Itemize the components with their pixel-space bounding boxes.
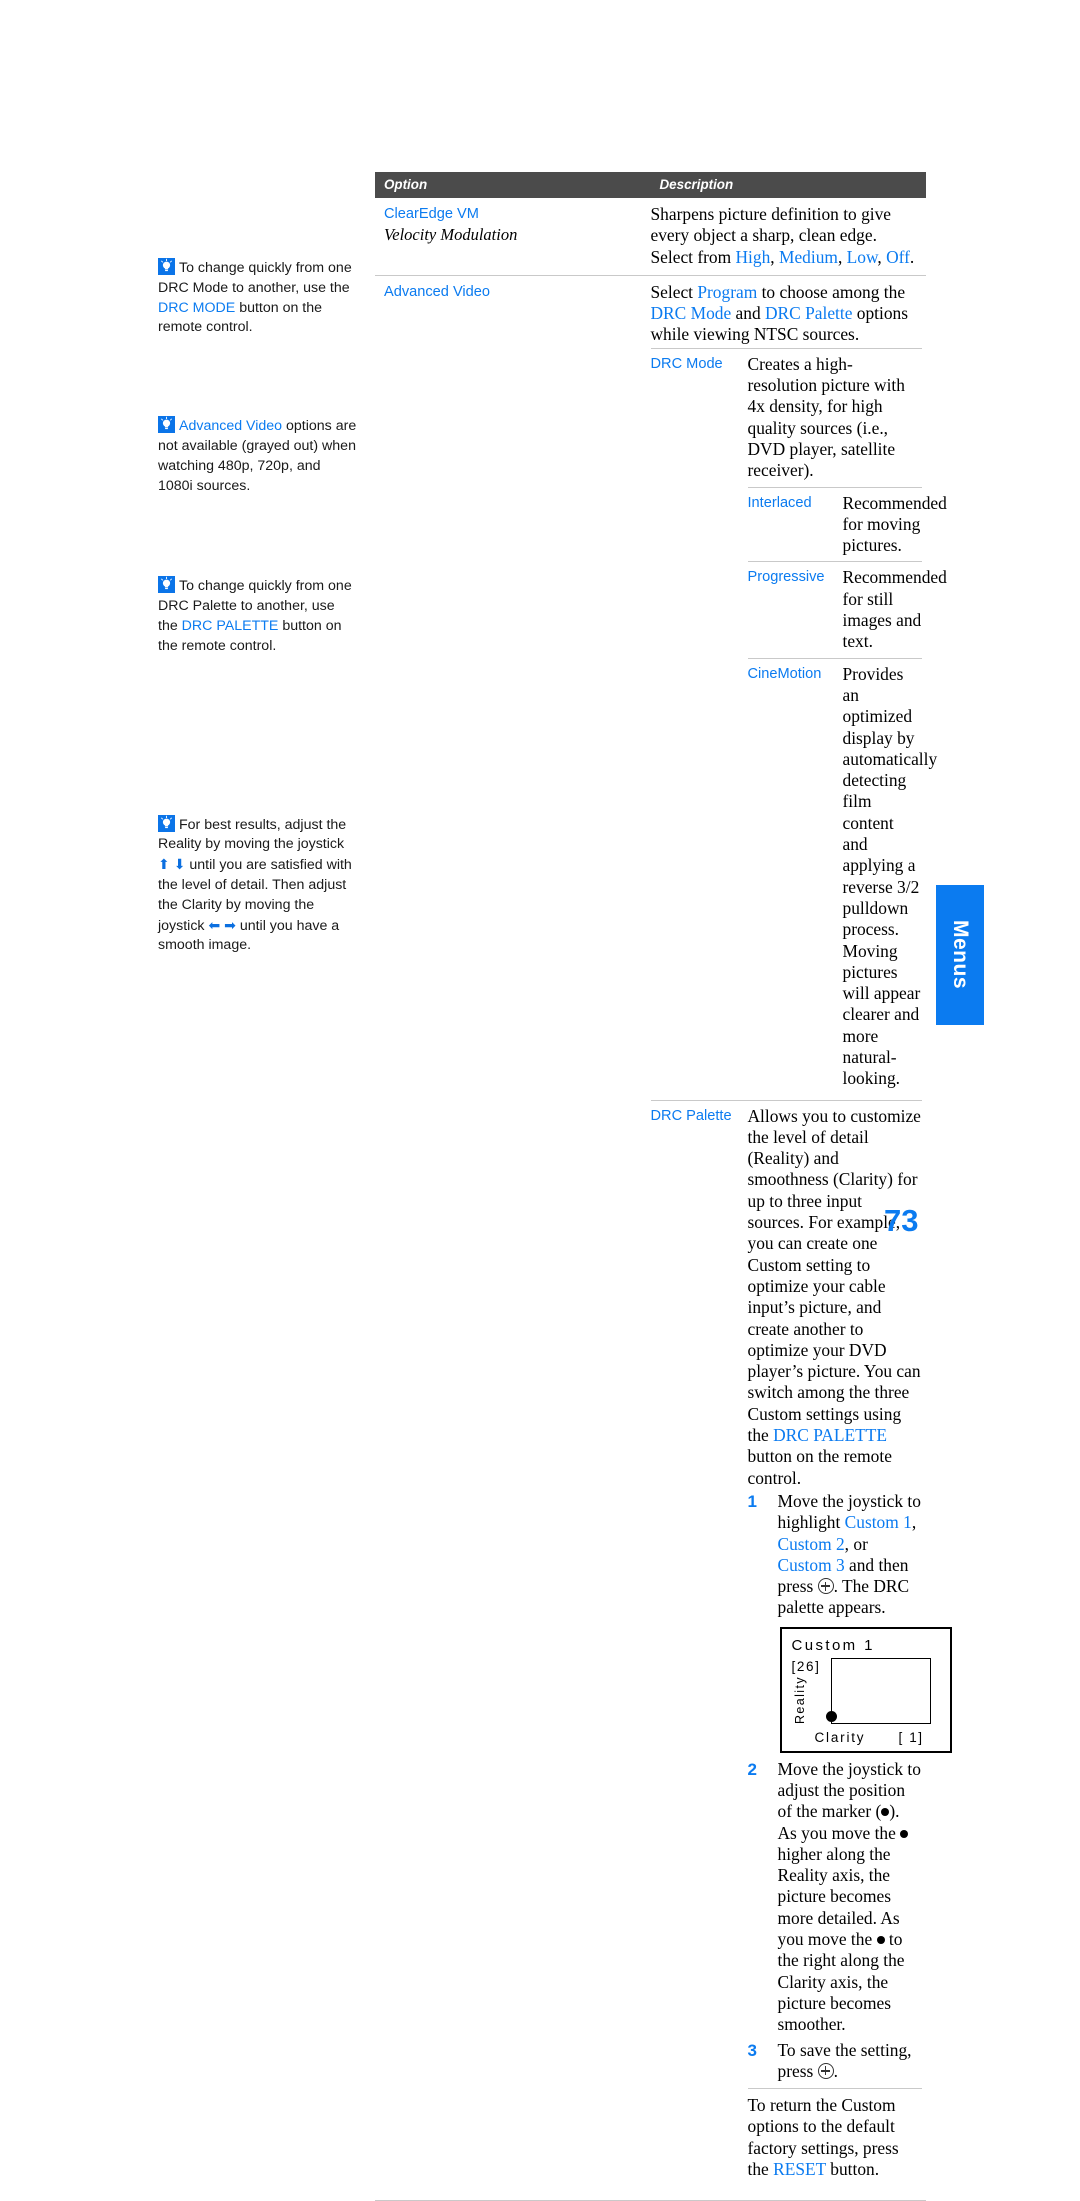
drc-mode-values-table: Interlaced Recommended for moving pictur… (747, 486, 947, 1095)
value-description-progressive: Recommended for still images and text. (842, 561, 947, 659)
joystick-arrow-icon: ➡ (224, 916, 236, 933)
procedure-steps: 1 Move the joystick to highlight Custom … (748, 1491, 952, 2083)
tip-lightbulb-icon (158, 416, 175, 434)
inline-keyword: Program (697, 281, 758, 302)
suboption-label-drc-palette: DRC Palette (650, 1099, 748, 2194)
option-label-advanced-video: Advanced Video (375, 274, 651, 2201)
inline-keyword: Low (846, 246, 878, 267)
options-table-container: Option Description ClearEdge VM Velocity… (375, 172, 952, 2201)
osd-clarity-value: [ 1] (898, 1729, 924, 1745)
step-text: Move the joystick to adjust the position… (777, 1758, 921, 2035)
inline-keyword: DRC PALETTE (181, 617, 279, 634)
section-tab-menus[interactable]: Menus (936, 885, 984, 1025)
option-name: ClearEdge VM (384, 206, 479, 222)
step-number: 3 (747, 2040, 757, 2060)
step-number: 1 (747, 1491, 757, 1511)
side-notes-column: To change quickly from one DRC Mode to a… (158, 258, 358, 956)
osd-title: Custom 1 (791, 1636, 875, 1654)
side-note: Advanced Video options are not available… (158, 416, 358, 496)
step-text: To save the setting, press . (777, 2039, 912, 2081)
table-row-cinemotion: CineMotion Provides an optimized display… (747, 657, 937, 1095)
marker-dot-icon (881, 1808, 890, 1817)
step-2: 2 Move the joystick to adjust the positi… (748, 1759, 923, 2036)
tip-lightbulb-icon (158, 258, 175, 275)
inline-keyword: DRC MODE (158, 299, 236, 316)
inline-keyword: Advanced Video (179, 418, 283, 435)
table-row-interlaced: Interlaced Recommended for moving pictur… (747, 486, 947, 562)
value-label-cinemotion: CineMotion (747, 657, 843, 1095)
side-note-text: To change quickly from one DRC Palette t… (158, 578, 352, 654)
table-row-drc-mode: DRC Mode Creates a high-resolution pictu… (650, 347, 947, 1101)
osd-plot-area (830, 1657, 931, 1724)
value-label-interlaced: Interlaced (747, 486, 843, 562)
side-note-text: To change quickly from one DRC Mode to a… (158, 260, 352, 336)
suboption-description-drc-palette: Allows you to customize the level of det… (747, 1099, 952, 2194)
circle-plus-icon (817, 2062, 834, 2079)
value-label-progressive: Progressive (747, 561, 843, 659)
options-table: Option Description ClearEdge VM Velocity… (375, 172, 952, 2201)
step-1: 1 Move the joystick to highlight Custom … (748, 1491, 923, 1619)
table-row-drc-palette: DRC Palette Allows you to customize the … (650, 1099, 952, 2194)
osd-reality-axis-label: Reality (792, 1675, 807, 1724)
value-description-interlaced: Recommended for moving pictures. (842, 486, 947, 562)
sub-options-table: DRC Mode Creates a high-resolution pictu… (650, 347, 952, 2194)
inline-keyword: Medium (779, 246, 838, 267)
osd-clarity-axis-label: Clarity (814, 1729, 866, 1745)
drc-palette-osd-diagram: Custom 1 [26] Reality Clarity [ 1] (779, 1626, 952, 1753)
joystick-arrow-icon: ⬅ (208, 916, 221, 933)
page-number: 73 (884, 1203, 919, 1238)
side-note-text: For best results, adjust the Reality by … (158, 816, 352, 954)
step-3: 3 To save the setting, press . (748, 2040, 923, 2083)
joystick-arrow-icon: ⬇ (173, 856, 186, 873)
closing-note: To return the Custom options to the defa… (747, 2095, 899, 2180)
table-row-advanced-video: Advanced Video Select Program to choose … (375, 274, 952, 2201)
marker-dot-icon (876, 1936, 885, 1945)
side-note: To change quickly from one DRC Mode to a… (158, 258, 358, 338)
marker-dot-icon (900, 1829, 909, 1838)
inline-keyword: Custom 3 (777, 1554, 845, 1575)
inline-keyword: DRC Mode (650, 303, 732, 324)
value-description-cinemotion: Provides an optimized display by automat… (842, 657, 937, 1095)
side-note-text: Advanced Video options are not available… (158, 418, 357, 494)
circle-plus-icon (817, 1578, 834, 1595)
option-description-clearedge: Sharpens picture definition to give ever… (650, 204, 915, 267)
column-header-option: Option (375, 172, 651, 198)
table-row-progressive: Progressive Recommended for still images… (747, 561, 947, 659)
column-header-description: Description (650, 172, 926, 198)
inline-keyword: Custom 1 (844, 1512, 912, 1533)
tip-lightbulb-icon (158, 814, 175, 832)
option-subtitle: Velocity Modulation (384, 224, 518, 244)
table-row-clearedge: ClearEdge VM Velocity Modulation Sharpen… (375, 198, 926, 275)
osd-reality-value: [26] (791, 1658, 821, 1674)
inline-keyword: High (735, 246, 771, 267)
section-tab-label: Menus (949, 920, 972, 990)
option-label-clearedge: ClearEdge VM Velocity Modulation (375, 198, 651, 275)
suboption-description-drc-mode: Creates a high-resolution picture with 4… (747, 347, 947, 1101)
inline-keyword: RESET (773, 2159, 826, 2180)
step-number: 2 (747, 1759, 757, 1779)
suboption-label-drc-mode: DRC Mode (650, 347, 748, 1101)
inline-keyword: Off (886, 246, 910, 267)
side-note: For best results, adjust the Reality by … (158, 814, 358, 957)
tip-lightbulb-icon (158, 576, 175, 594)
inline-keyword: DRC Palette (765, 303, 853, 324)
side-note: To change quickly from one DRC Palette t… (158, 576, 358, 656)
osd-marker-dot (825, 1710, 837, 1722)
inline-keyword: DRC PALETTE (773, 1425, 887, 1446)
joystick-arrow-icon: ⬆ (158, 856, 170, 873)
step-text: Move the joystick to highlight Custom 1,… (777, 1490, 921, 1618)
option-name: Advanced Video (384, 283, 491, 300)
table-header-row: Option Description (375, 172, 926, 198)
inline-keyword: Custom 2 (777, 1533, 845, 1554)
